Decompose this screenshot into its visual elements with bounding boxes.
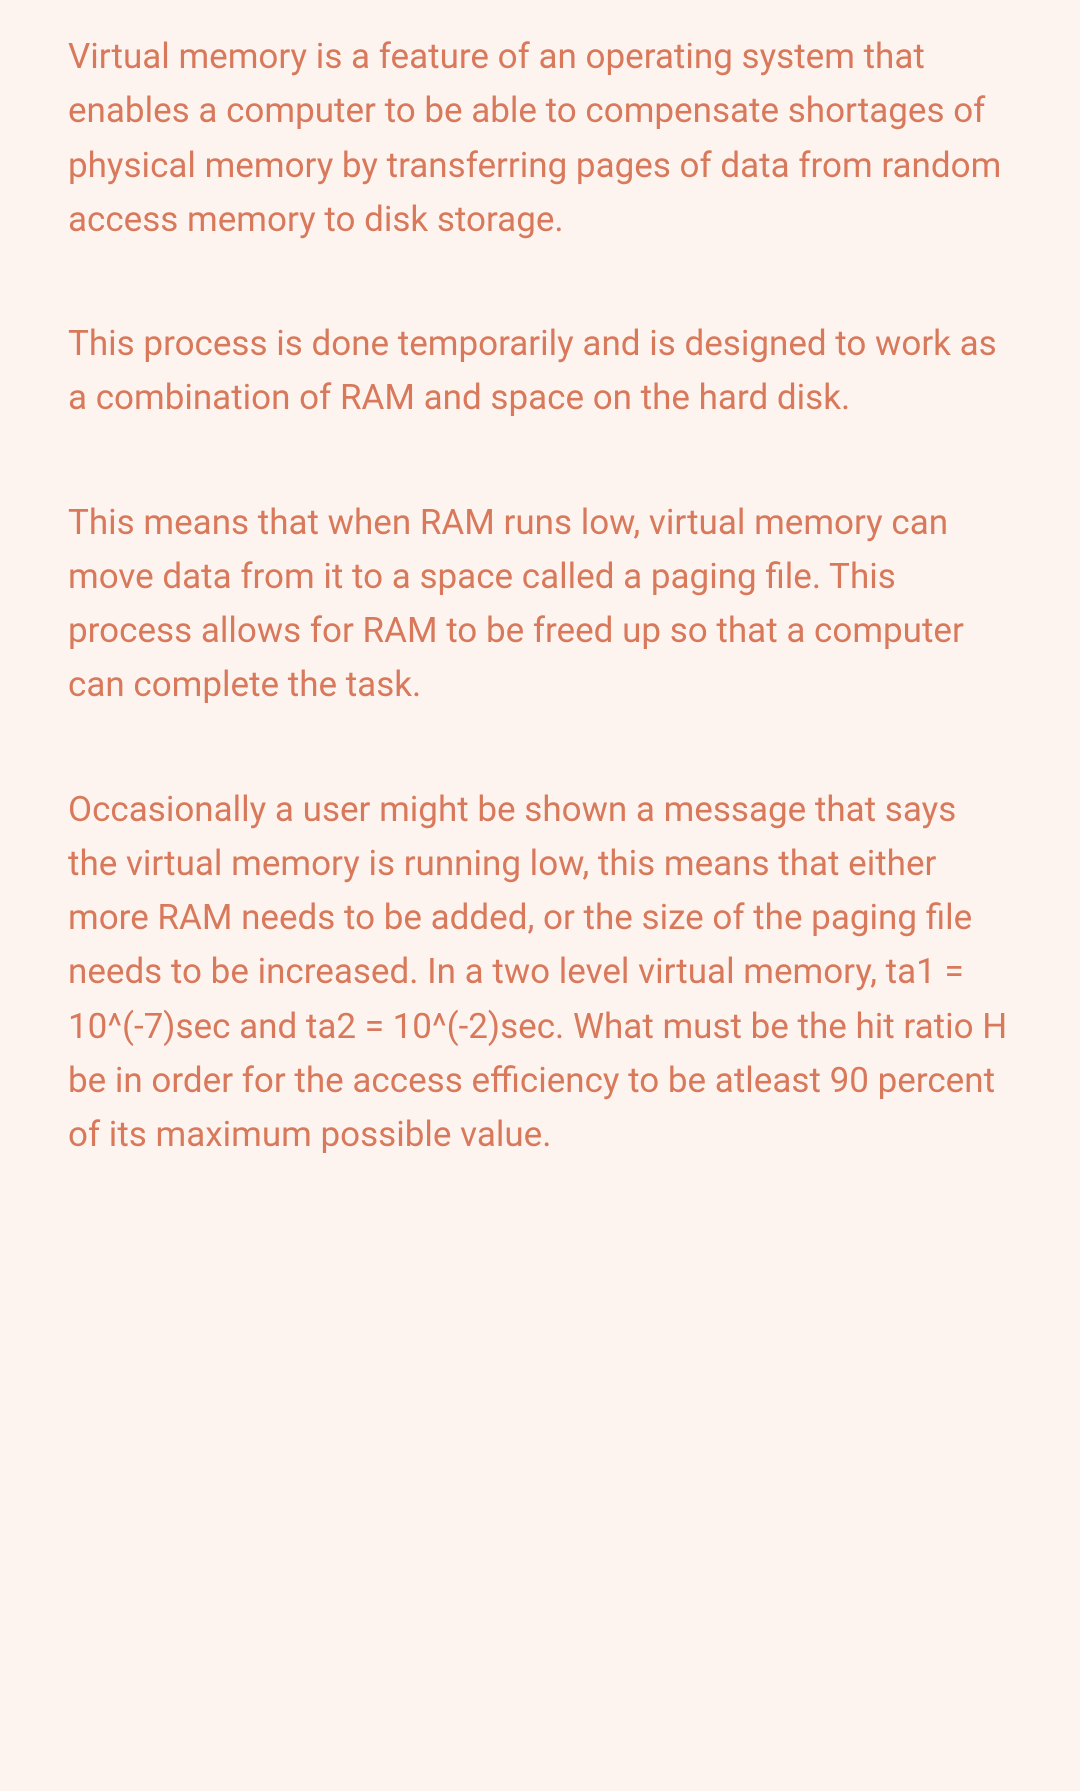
- paragraph-3: This means that when RAM runs low, virtu…: [68, 496, 1012, 713]
- paragraph-1: Virtual memory is a feature of an operat…: [68, 30, 1012, 247]
- document-content: Virtual memory is a feature of an operat…: [68, 30, 1012, 1162]
- paragraph-2: This process is done temporarily and is …: [68, 317, 1012, 426]
- paragraph-4: Occasionally a user might be shown a mes…: [68, 783, 1012, 1163]
